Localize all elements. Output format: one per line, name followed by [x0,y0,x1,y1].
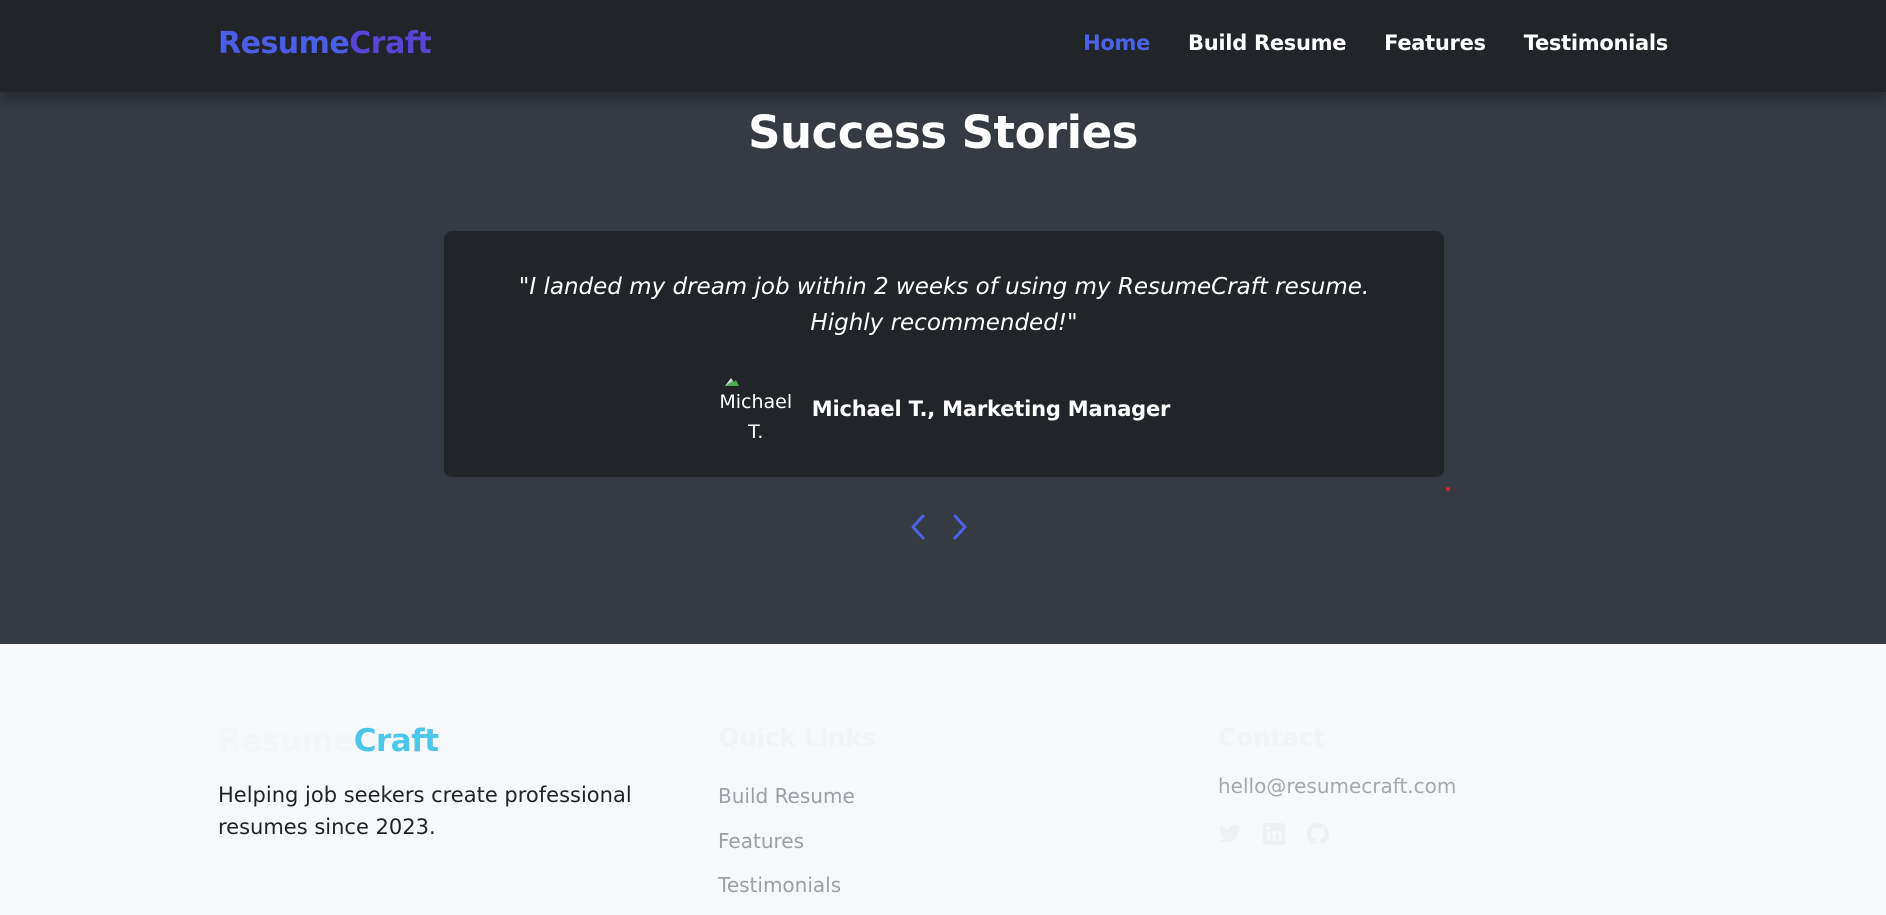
contact-heading: Contact [1218,723,1325,752]
chevron-right-icon [953,514,967,540]
brand-part-2: Craft [349,26,432,61]
footer-link-features[interactable]: Features [718,819,876,864]
footer: ResumeCraft Helping job seekers create p… [0,644,1886,915]
author-name: Michael T., Marketing Manager [811,397,1171,421]
nav-links: Home Build Resume Features Testimonials [1083,31,1668,55]
nav-link-features[interactable]: Features [1384,31,1486,55]
linkedin-icon[interactable] [1262,822,1286,846]
avatar-alt-text: Michael T. [719,391,793,443]
testimonial-quote: "I landed my dream job within 2 weeks of… [518,274,1370,336]
twitter-icon[interactable] [1218,822,1242,846]
avatar: Michael T. [718,371,794,447]
github-icon[interactable] [1306,822,1330,846]
broken-image-icon [724,378,739,386]
quick-links-heading: Quick Links [718,723,877,752]
nav-link-testimonials[interactable]: Testimonials [1524,31,1669,55]
nav-link-build-resume[interactable]: Build Resume [1188,31,1346,55]
testimonial-author: Michael T. Michael T., Marketing Manager [444,371,1444,447]
footer-brand[interactable]: ResumeCraft [218,723,638,759]
next-button[interactable] [948,512,972,542]
nav-link-home[interactable]: Home [1083,31,1150,55]
contact-email[interactable]: hello@resumecraft.com [1218,774,1456,798]
testimonials-section: Success Stories "I landed my dream job w… [0,92,1886,644]
quick-links-list: Build Resume Features Testimonials [718,774,876,908]
brand-logo[interactable]: ResumeCraft [218,26,432,61]
footer-quick-links: Quick Links Build Resume Features Testim… [718,723,877,908]
carousel-controls [906,512,972,542]
footer-brand-part-2: Craft [353,723,439,759]
footer-tagline: Helping job seekers create professional … [218,783,632,839]
red-dot [1446,487,1450,491]
section-title: Success Stories [748,106,1138,159]
footer-link-testimonials[interactable]: Testimonials [718,863,876,908]
footer-brand-part-1: Resume [218,723,354,759]
chevron-left-icon [911,514,925,540]
testimonial-card: "I landed my dream job within 2 weeks of… [444,231,1444,477]
footer-contact: Contact hello@resumecraft.com [1218,723,1456,846]
prev-button[interactable] [906,512,930,542]
brand-part-1: Resume [218,26,350,61]
navbar: ResumeCraft Home Build Resume Features T… [0,0,1886,92]
social-links [1218,822,1456,846]
footer-link-build-resume[interactable]: Build Resume [718,774,876,819]
footer-about: ResumeCraft Helping job seekers create p… [218,723,638,843]
